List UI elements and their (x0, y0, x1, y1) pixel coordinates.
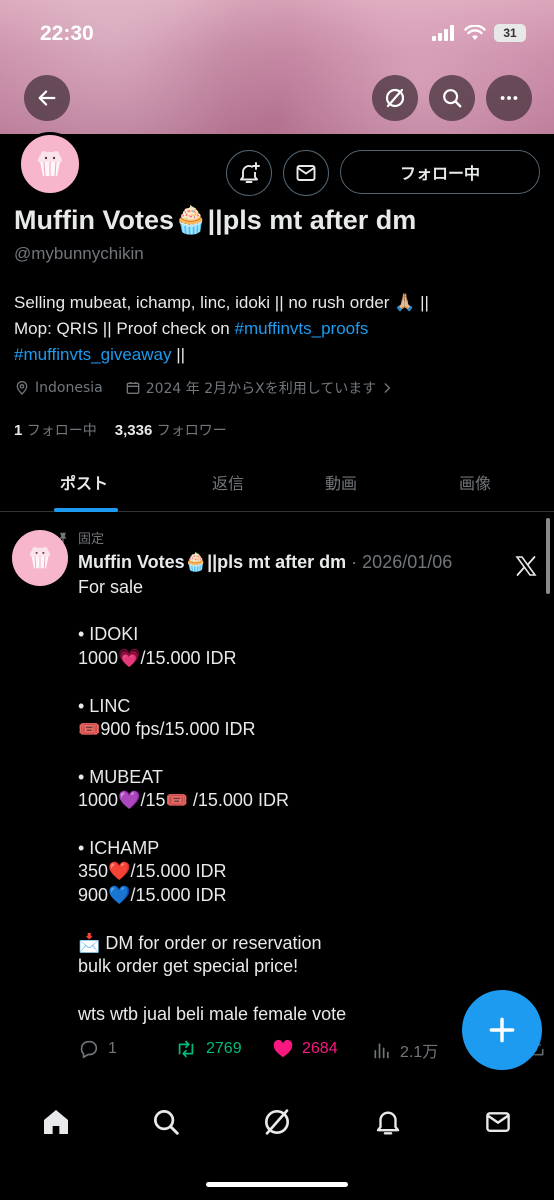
reply-count: 1 (108, 1040, 117, 1057)
like-button[interactable]: 2684 (272, 1038, 338, 1060)
grok-icon (385, 88, 405, 108)
view-count: 2.1万 (400, 1044, 439, 1061)
mail-icon (486, 1112, 510, 1132)
bottom-nav (0, 1080, 554, 1200)
tab-images[interactable]: 画像 (459, 470, 491, 494)
post-text: For sale • IDOKI 1000💗/15.000 IDR • LINC… (78, 577, 347, 1024)
status-time: 22:30 (40, 22, 94, 45)
repost-count: 2769 (206, 1040, 242, 1057)
profile-bio: Selling mubeat, ichamp, linc, idoki || n… (14, 290, 540, 368)
back-button[interactable] (24, 75, 70, 121)
notification-bell-icon (240, 162, 260, 183)
post-header[interactable]: Muffin Votes🧁||pls mt after dm · 2026/01… (78, 552, 452, 573)
status-bar: 22:30 31 (0, 0, 554, 70)
following-button[interactable]: フォロー中 (340, 150, 540, 194)
home-indicator (206, 1182, 348, 1187)
notification-bell-icon (376, 1111, 400, 1135)
muffin-avatar-icon (38, 151, 62, 177)
bio-text: Mop: QRIS || Proof check on (14, 319, 235, 338)
nav-home[interactable] (36, 1102, 76, 1142)
tab-videos[interactable]: 動画 (325, 470, 357, 494)
profile-joined[interactable]: 2024 年 2月からXを利用しています (146, 378, 377, 398)
search-icon (154, 1110, 179, 1135)
followers-link[interactable]: 3,336 フォロワー (115, 420, 227, 440)
profile-meta: Indonesia 2024 年 2月からXを利用しています (14, 378, 394, 398)
nav-search[interactable] (146, 1102, 186, 1142)
profile-avatar[interactable] (18, 132, 82, 196)
compose-post-button[interactable] (462, 990, 542, 1070)
reply-icon (80, 1040, 98, 1059)
more-icon (500, 96, 518, 100)
bio-line-2: Mop: QRIS || Proof check on #muffinvts_p… (14, 316, 540, 342)
plus-icon (489, 1017, 515, 1043)
mail-icon (296, 165, 316, 181)
more-button[interactable] (486, 75, 532, 121)
repost-button[interactable]: 2769 (174, 1038, 242, 1060)
bio-line-1: Selling mubeat, ichamp, linc, idoki || n… (14, 293, 429, 312)
hashtag-proofs[interactable]: #muffinvts_proofs (234, 319, 368, 338)
profile-location: Indonesia (35, 380, 103, 396)
search-icon (443, 89, 462, 108)
like-count: 2684 (302, 1040, 338, 1057)
nav-messages[interactable] (478, 1102, 518, 1142)
search-button[interactable] (429, 75, 475, 121)
following-link[interactable]: 1 フォロー中 (14, 420, 97, 440)
heart-icon (273, 1039, 293, 1058)
followers-label: フォロワー (156, 423, 227, 439)
pinned-label: 固定 (78, 532, 105, 547)
nav-grok[interactable] (257, 1102, 297, 1142)
views-chart-icon (374, 1043, 389, 1059)
profile-tabs: ポスト 返信 動画 画像 (0, 452, 554, 512)
following-label: フォロー中 (26, 423, 97, 439)
active-tab-indicator (54, 508, 118, 512)
message-button[interactable] (283, 150, 329, 196)
post-avatar[interactable] (12, 530, 68, 586)
chevron-right-icon (384, 383, 391, 393)
followers-count: 3,336 (114, 422, 153, 439)
repost-icon (178, 1040, 194, 1058)
grok-icon (265, 1109, 289, 1135)
location-pin-icon (16, 381, 28, 395)
x-logo-icon[interactable] (514, 554, 538, 578)
views-button[interactable]: 2.1万 (372, 1038, 438, 1062)
scrollbar[interactable] (546, 518, 550, 594)
follow-stats: 1 フォロー中 3,336 フォロワー (14, 420, 227, 440)
grok-button[interactable] (372, 75, 418, 121)
profile-name: Muffin Votes🧁||pls mt after dm (14, 205, 417, 235)
battery-icon: 31 (494, 24, 526, 42)
post-date[interactable]: · 2026/01/06 (346, 552, 452, 572)
tab-replies[interactable]: 返信 (212, 470, 244, 494)
bio-suffix: || (171, 345, 186, 364)
post-author[interactable]: Muffin Votes🧁||pls mt after dm (78, 552, 346, 572)
following-count: 1 (14, 422, 23, 439)
hashtag-giveaway[interactable]: #muffinvts_giveaway (14, 345, 172, 364)
bio-line-3: #muffinvts_giveaway || (14, 342, 540, 368)
profile-handle: @mybunnychikin (14, 244, 144, 263)
home-icon (44, 1110, 68, 1134)
notify-button[interactable] (226, 150, 272, 196)
reply-button[interactable]: 1 (78, 1038, 117, 1060)
tab-posts[interactable]: ポスト (60, 470, 108, 494)
nav-notifications[interactable] (368, 1102, 408, 1142)
status-icons: 31 (432, 24, 526, 42)
calendar-icon (126, 382, 140, 394)
muffin-avatar-icon (29, 546, 51, 569)
back-arrow-icon (38, 90, 56, 106)
signal-icon (432, 25, 454, 41)
wifi-icon (464, 25, 486, 40)
